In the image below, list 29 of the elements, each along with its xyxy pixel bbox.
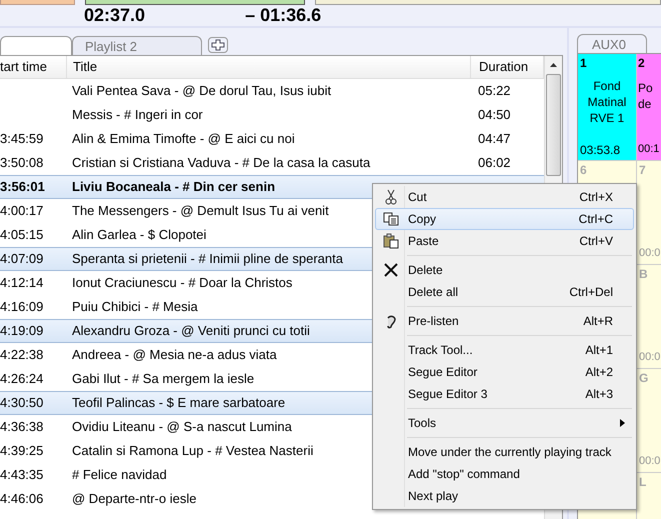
playlist-tab[interactable] [0,36,72,55]
cart-cell[interactable]: 2 Po de 00:1 [637,54,661,160]
delete-icon [384,263,398,277]
plus-icon [211,39,225,51]
scissors-icon [385,189,397,205]
menu-item[interactable]: Move under the currently playing track [375,441,634,463]
scroll-thumb[interactable] [546,74,561,176]
playlist-row[interactable]: Messis - # Ingeri in cor 04:50 [0,103,544,127]
playlist-tab[interactable]: Playlist 2 [72,36,202,55]
playlist-row[interactable]: 3:50:08 Cristian si Cristiana Vaduva - # De la casa la casuta 06:02 [0,151,544,175]
column-header[interactable]: tart time [0,56,67,78]
copy-icon [383,212,399,226]
column-header[interactable]: Title [67,56,471,78]
up-arrow-icon [550,63,557,67]
ear-icon [386,313,396,329]
menu-item[interactable]: Tools [375,412,634,434]
menu-item[interactable]: Copy Ctrl+C [375,208,634,230]
submenu-arrow-icon [620,419,625,427]
menu-item[interactable]: Segue Editor Alt+2 [375,361,634,383]
elapsed-time: 02:37.0 [84,5,146,26]
playlist-row[interactable]: 3:45:59 Alin & Emima Timofte - @ E aici cu noi 04:47 [0,127,544,151]
add-tab-button[interactable] [208,37,228,53]
remaining-time: – 01:36.6 [245,5,322,26]
menu-item[interactable]: Add "stop" command [375,463,634,485]
menu-item[interactable]: Next play [375,485,634,507]
playlist-row[interactable]: Vali Pentea Sava - @ De dorul Tau, Isus iubit 05:22 [0,79,544,103]
cart-cell[interactable]: 1 Fond Matinal RVE 1 03:53.8 [578,54,636,160]
menu-item[interactable]: Delete all Ctrl+Del [375,281,634,303]
clipboard-icon [383,233,399,249]
